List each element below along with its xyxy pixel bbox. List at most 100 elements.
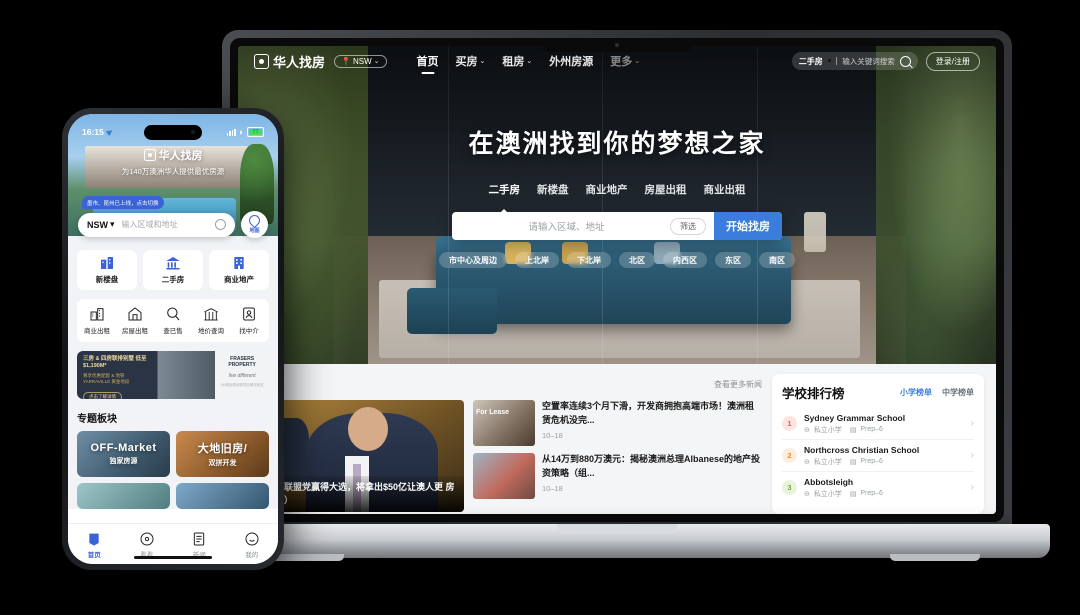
nav-link-label: 更多 [610, 56, 633, 68]
hero-search-input[interactable]: 请输入区域、地址 [452, 219, 670, 233]
brand-logo[interactable]: 华人找房 [254, 52, 325, 71]
location-arrow-icon [105, 127, 114, 137]
news-title: 从14万到880万澳元：揭秘澳洲总理Albanese的地产投资策略（组... [542, 454, 761, 478]
phone-search-placeholder: 输入区域和地址 [121, 220, 178, 229]
laptop-foot [890, 554, 980, 561]
region-chip[interactable]: 东区 [715, 252, 751, 268]
nav-link-buy[interactable]: 买房 ⌄ [456, 53, 486, 69]
pin-icon: 📍 [341, 56, 351, 66]
filter-button[interactable]: 筛选 [670, 217, 706, 235]
topic-off-market[interactable]: OFF-Market 独家房源 [77, 431, 170, 477]
school-row[interactable]: 1 Sydney Grammar School ⊖ 私立小学 ▤ Prep–6 … [782, 408, 974, 440]
category-label: 查已售 [163, 328, 183, 335]
nav-link-label: 租房 [502, 56, 525, 68]
search-category[interactable]: 二手房 [799, 56, 823, 67]
map-pin-icon [246, 212, 263, 229]
hero-tab-resale[interactable]: 二手房 [489, 182, 521, 197]
nav-link-more[interactable]: 更多 ⌄ [610, 53, 640, 69]
phone-region-selector[interactable]: NSW ▾ [87, 219, 115, 230]
region-chip[interactable]: 内西区 [663, 252, 707, 268]
topic-card[interactable] [176, 483, 269, 509]
news-more-link[interactable]: 查看更多新闻 [714, 379, 762, 390]
school-ranking-panel: 学校排行榜 小学榜单 中学榜单 1 Sydney Grammar School [772, 374, 984, 514]
category-commercial-rent[interactable]: 商业出租 [80, 306, 114, 335]
advertisement-banner[interactable]: 三房 & 四房联排别墅 低至 $1,190M* 尊享优惠配套 & 地铁 YARR… [77, 351, 269, 399]
tab-secondary-school[interactable]: 中学榜单 [942, 387, 974, 398]
hero-tab-newdev[interactable]: 新楼盘 [537, 182, 569, 197]
global-search[interactable]: 二手房 ▾ 输入关键词搜索 [791, 52, 918, 70]
region-chip[interactable]: 上北岸 [515, 252, 559, 268]
school-row[interactable]: 3 Abbotsleigh ⊖ 私立小学 ▤ Prep–6 › [782, 472, 974, 503]
school-info: Sydney Grammar School ⊖ 私立小学 ▤ Prep–6 [804, 413, 964, 435]
news-thumbnail [473, 453, 535, 499]
phone-search-bar[interactable]: NSW ▾ 输入区域和地址 [78, 212, 235, 237]
search-icon[interactable] [899, 55, 911, 67]
topic-land-development[interactable]: 大地旧房/ 双拼开发 [176, 431, 269, 477]
nav-links: 首页 买房 ⌄ 租房 ⌄ 外州房源 更多 ⌄ [417, 53, 641, 69]
ad-cta-button[interactable]: 点击了解详情 [83, 391, 122, 399]
laptop-lid: 华人找房 📍 NSW ⌄ 首页 买房 ⌄ 租房 ⌄ 外州房源 更多 ⌄ 二手房 … [222, 30, 1012, 530]
news-list-item[interactable]: 空置率连续3个月下滑，开发商拥抱高端市场！澳洲租赁危机没完... 10–18 [473, 400, 762, 446]
laptop-device: 华人找房 📍 NSW ⌄ 首页 买房 ⌄ 租房 ⌄ 外州房源 更多 ⌄ 二手房 … [184, 30, 1050, 561]
agent-icon [241, 306, 257, 322]
category-land-price[interactable]: 地价查询 [194, 306, 228, 335]
school-panel-title: 学校排行榜 [782, 387, 845, 401]
phone-region-tip[interactable]: 墨市、昆州已上线，点击切换 [82, 196, 164, 209]
tab-label: 我的 [245, 552, 259, 559]
brand-mark-icon [254, 53, 269, 69]
chevron-right-icon: › [970, 450, 974, 461]
phone-status-bar: 16:15 ◗ 77 [68, 122, 278, 142]
nav-link-rent[interactable]: 租房 ⌄ [502, 53, 532, 69]
region-chip[interactable]: 南区 [759, 252, 795, 268]
category-label: 商业地产 [224, 275, 254, 284]
search-icon[interactable] [215, 219, 226, 230]
profile-icon [244, 531, 260, 547]
phone-device: 华人找房 为140万澳洲华人提供最优房源 墨市、昆州已上线，点击切换 NSW ▾ … [62, 108, 284, 570]
region-chip[interactable]: 市中心及周边 [439, 252, 507, 268]
news-thumbnail [473, 400, 535, 446]
nav-link-label: 外州房源 [549, 56, 594, 68]
school-grade: ▤ Prep–6 [849, 458, 883, 466]
tab-home[interactable]: 首页 [68, 531, 121, 559]
region-chip[interactable]: 下北岸 [567, 252, 611, 268]
hero-tab-rent[interactable]: 房屋出租 [645, 182, 687, 197]
screenshot-root: 华人找房 📍 NSW ⌄ 首页 买房 ⌄ 租房 ⌄ 外州房源 更多 ⌄ 二手房 … [0, 0, 1080, 615]
nav-link-home[interactable]: 首页 [417, 53, 439, 69]
category-house-rent[interactable]: 房屋出租 [118, 306, 152, 335]
tab-primary-school[interactable]: 小学榜单 [900, 387, 932, 398]
nav-link-interstate[interactable]: 外州房源 [549, 53, 593, 69]
house-rent-icon [127, 306, 143, 322]
region-chip[interactable]: 北区 [619, 252, 655, 268]
category-resale[interactable]: 二手房 [143, 250, 203, 290]
topic-subtitle: 独家房源 [109, 458, 138, 465]
news-date: 10–18 [542, 484, 563, 493]
tab-profile[interactable]: 我的 [226, 531, 279, 559]
hero-tab-commercial[interactable]: 商业地产 [586, 182, 628, 197]
school-info: Northcross Christian School ⊖ 私立小学 ▤ Pre… [804, 445, 964, 467]
school-name: Sydney Grammar School [804, 412, 906, 423]
news-list-item[interactable]: 从14万到880万澳元：揭秘澳洲总理Albanese的地产投资策略（组... 1… [473, 453, 762, 499]
category-label: 地价查询 [198, 328, 224, 335]
category-sold-search[interactable]: 查已售 [156, 306, 190, 335]
rank-badge: 3 [782, 480, 797, 495]
map-button[interactable]: 地图 [241, 211, 268, 238]
battery-icon: 77 [247, 127, 264, 137]
office-icon [231, 255, 247, 271]
category-find-agent[interactable]: 找中介 [232, 306, 266, 335]
category-commercial[interactable]: 商业地产 [209, 250, 269, 290]
location-selector[interactable]: 📍 NSW ⌄ [334, 54, 387, 68]
ad-brand-block: FRASERS PROPERTY live different *价格及规划视项… [215, 351, 269, 399]
school-row[interactable]: 2 Northcross Christian School ⊖ 私立小学 ▤ P… [782, 440, 974, 472]
school-meta: ⊖ 私立小学 ▤ Prep–6 [804, 457, 964, 467]
topics-row-secondary [77, 483, 269, 509]
ad-copy: 三房 & 四房联排别墅 低至 $1,190M* 尊享优惠配套 & 地铁 YARR… [77, 351, 158, 399]
category-label: 新楼盘 [95, 275, 119, 284]
start-search-button[interactable]: 开始找房 [714, 212, 782, 240]
login-button[interactable]: 登录/注册 [925, 51, 980, 71]
tab-label: 首页 [87, 552, 101, 559]
news-title: 空置率连续3个月下滑，开发商拥抱高端市场！澳洲租赁危机没完... [542, 401, 755, 425]
chevron-down-icon: ⌄ [526, 58, 533, 65]
topic-card[interactable] [77, 483, 170, 509]
category-new-development[interactable]: 新楼盘 [77, 250, 137, 290]
hero-tab-commercial-rent[interactable]: 商业出租 [704, 182, 746, 197]
